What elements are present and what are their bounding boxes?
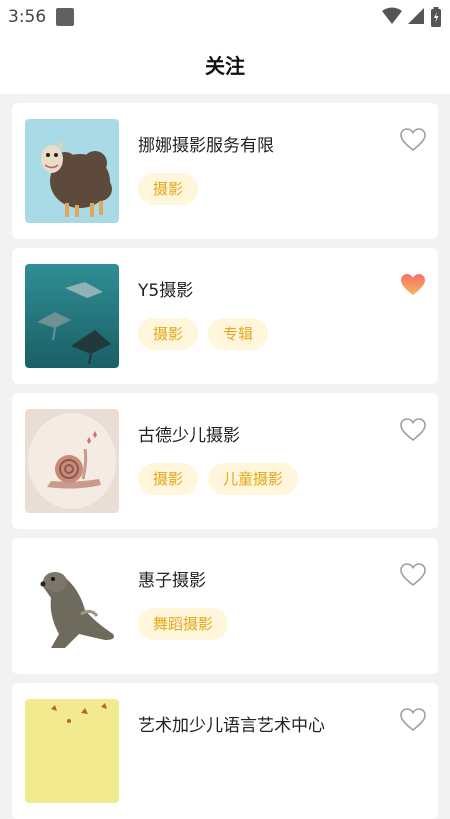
heart-filled-icon[interactable] bbox=[400, 272, 426, 298]
tag-list: 舞蹈摄影 bbox=[138, 608, 238, 640]
leaves-illustration bbox=[25, 699, 119, 803]
tag-list: 摄影 专辑 bbox=[138, 318, 278, 350]
studio-name[interactable]: 挪娜摄影服务有限 bbox=[138, 131, 274, 156]
studio-name[interactable]: 艺术加少儿语言艺术中心 bbox=[138, 711, 325, 736]
app-header: 关注 bbox=[0, 34, 450, 94]
studio-card[interactable]: 挪娜摄影服务有限 摄影 bbox=[12, 103, 438, 239]
studio-card[interactable]: Y5摄影 摄影 专辑 bbox=[12, 248, 438, 384]
studio-thumbnail[interactable] bbox=[25, 554, 119, 658]
manta-ray-illustration bbox=[25, 264, 119, 368]
tag[interactable]: 儿童摄影 bbox=[208, 463, 299, 495]
status-bar: 3:56 bbox=[0, 0, 450, 34]
studio-name[interactable]: 惠子摄影 bbox=[138, 566, 206, 591]
tag[interactable]: 摄影 bbox=[138, 318, 199, 350]
page-title: 关注 bbox=[205, 54, 245, 78]
heart-outline-icon[interactable] bbox=[400, 127, 426, 153]
signal-icon bbox=[407, 8, 424, 24]
heart-outline-icon[interactable] bbox=[400, 562, 426, 588]
tag[interactable]: 摄影 bbox=[138, 463, 199, 495]
sea-lion-illustration bbox=[25, 554, 119, 658]
notification-icon bbox=[56, 8, 74, 26]
heart-outline-icon[interactable] bbox=[400, 417, 426, 443]
studio-thumbnail[interactable] bbox=[25, 119, 119, 223]
tag[interactable]: 舞蹈摄影 bbox=[138, 608, 229, 640]
status-icons bbox=[381, 7, 442, 27]
studio-name[interactable]: 古德少儿摄影 bbox=[138, 421, 240, 446]
studio-card[interactable]: 古德少儿摄影 摄影 儿童摄影 bbox=[12, 393, 438, 529]
status-time: 3:56 bbox=[8, 7, 47, 27]
tag[interactable]: 专辑 bbox=[208, 318, 269, 350]
tag-list: 摄影 bbox=[138, 173, 208, 205]
studio-card[interactable]: 惠子摄影 舞蹈摄影 bbox=[12, 538, 438, 674]
tag-list: 摄影 儿童摄影 bbox=[138, 463, 308, 495]
studio-card[interactable]: 艺术加少儿语言艺术中心 bbox=[12, 683, 438, 819]
wifi-icon bbox=[381, 7, 402, 24]
studio-thumbnail[interactable] bbox=[25, 264, 119, 368]
studio-thumbnail[interactable] bbox=[25, 699, 119, 803]
studio-name[interactable]: Y5摄影 bbox=[138, 276, 193, 301]
heart-outline-icon[interactable] bbox=[400, 707, 426, 733]
battery-icon bbox=[431, 7, 441, 27]
sheep-illustration bbox=[25, 119, 119, 223]
snail-illustration bbox=[25, 409, 119, 513]
tag[interactable]: 摄影 bbox=[138, 173, 199, 205]
studio-thumbnail[interactable] bbox=[25, 409, 119, 513]
